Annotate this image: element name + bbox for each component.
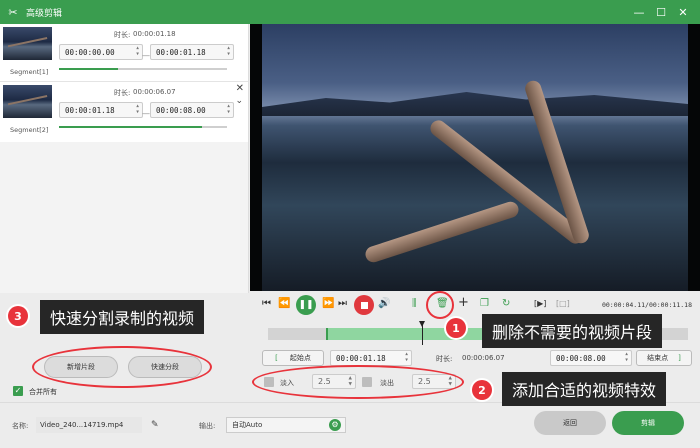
trim-start-time: 00:00:01.18 (336, 353, 386, 363)
segment-end-time: 00:00:08.00 (156, 105, 206, 115)
step-back-icon[interactable]: ⏪ (278, 298, 290, 309)
segment-start-time-field[interactable]: 00:00:00.00 ▲ ▼ (59, 44, 143, 60)
set-end-button[interactable]: 结束点] (636, 350, 692, 366)
set-start-button[interactable]: [ 起始点 (262, 350, 324, 366)
annotation-callout: 添加合适的视频特效 (502, 372, 667, 406)
split-icon[interactable]: ⫼ (412, 298, 417, 309)
playhead-handle[interactable] (419, 321, 425, 345)
segment-start-time-field[interactable]: 00:00:01.18 ▲ ▼ (59, 102, 143, 118)
trim-end-time: 00:00:08.00 (556, 353, 606, 363)
play-pause-button[interactable]: ❚❚ (296, 295, 316, 315)
pause-icon: ❚❚ (298, 300, 314, 310)
segment-progress-bar (59, 126, 227, 128)
segment-progress-fill (59, 68, 118, 70)
trim-duration: 00:00:06.07 (462, 354, 505, 362)
segment-name: Segment[1] (10, 68, 49, 76)
segment-expand-icon[interactable]: ⌄ (235, 96, 243, 106)
gear-icon[interactable]: ⚙ (329, 419, 341, 431)
volume-icon[interactable]: 🔊 (378, 298, 390, 309)
annotation-ring-delete (426, 291, 454, 319)
output-label: 输出: (199, 422, 216, 430)
annotation-ring-split (32, 346, 212, 388)
output-value: 自动Auto (232, 421, 263, 429)
edit-button[interactable]: 剪辑 (612, 411, 684, 435)
window-controls: — ☐ ✕ (628, 0, 694, 24)
stop-button[interactable] (354, 295, 374, 315)
skip-end-icon[interactable]: ⏭ (338, 298, 347, 309)
annotation-ring-effects (252, 365, 464, 399)
merge-all-label: 合并所有 (29, 388, 57, 396)
segment-duration: 00:00:06.07 (133, 88, 176, 96)
merge-all-checkbox[interactable]: ✓ (13, 386, 23, 396)
video-scene-mountain (262, 92, 688, 116)
rename-icon[interactable]: ✎ (151, 420, 159, 430)
step-forward-icon[interactable]: ⏩ (322, 298, 334, 309)
back-button[interactable]: 返回 (534, 411, 606, 435)
rotate-icon[interactable]: ↻ (502, 298, 510, 309)
annotation-badge: 1 (446, 318, 466, 338)
file-name-label: 名称: (12, 422, 29, 430)
trim-start-time-field[interactable]: 00:00:01.18 ▲ ▼ (330, 350, 412, 366)
skip-start-icon[interactable]: ⏮ (262, 298, 271, 309)
segment-duration-label: 时长: (114, 31, 131, 39)
frame-right-icon[interactable]: [□] (556, 299, 570, 308)
annotation-callout: 删除不需要的视频片段 (482, 314, 663, 348)
app-logo-icon: ✂ (8, 5, 18, 19)
file-name: Video_240...14719.mp4 (40, 421, 124, 429)
spinner-icon[interactable]: ▲ ▼ (625, 352, 628, 364)
window-title: 高级剪辑 (26, 8, 63, 19)
set-start-label: 起始点 (289, 354, 311, 362)
segment-name: Segment[2] (10, 126, 49, 134)
segment-duration-label: 时长: (114, 89, 131, 97)
segment-close-icon[interactable]: ✕ (236, 83, 244, 94)
spinner-icon[interactable]: ▲ ▼ (405, 352, 408, 364)
spinner-icon[interactable]: ▲ ▼ (227, 104, 230, 116)
title-bar: ✂ 高级剪辑 — ☐ ✕ (0, 0, 700, 24)
annotation-badge: 3 (8, 306, 28, 326)
close-button[interactable]: ✕ (672, 6, 694, 19)
output-select[interactable]: 自动Auto ⚙ (226, 417, 346, 433)
start-bracket-icon: [ (275, 354, 278, 362)
segment-progress-bar (59, 68, 227, 70)
segment-progress-fill (59, 126, 202, 128)
spinner-icon[interactable]: ▲ ▼ (227, 46, 230, 58)
segment-thumbnail[interactable] (3, 27, 52, 60)
time-range-separator: — (142, 51, 150, 60)
minimize-button[interactable]: — (628, 6, 650, 19)
annotation-callout: 快速分割录制的视频 (40, 300, 205, 334)
copy-icon[interactable]: ❐ (480, 298, 489, 309)
set-end-label: 结束点 (647, 354, 669, 362)
segment-end-time-field[interactable]: 00:00:08.00 ▲ ▼ (150, 102, 234, 118)
annotation-badge: 2 (472, 380, 492, 400)
video-frame (262, 24, 688, 291)
segment-end-time-field[interactable]: 00:00:01.18 ▲ ▼ (150, 44, 234, 60)
segment-start-time: 00:00:00.00 (65, 47, 115, 57)
trim-end-time-field[interactable]: 00:00:08.00 ▲ ▼ (550, 350, 632, 366)
segment-list: Segment[1] 时长: 00:00:01.18 00:00:00.00 ▲… (0, 24, 249, 142)
spinner-icon[interactable]: ▲ ▼ (136, 104, 139, 116)
playback-time: 00:00:04.11/00:00:11.18 (601, 301, 692, 309)
file-name-field: Video_240...14719.mp4 (36, 417, 142, 433)
video-scene-log (363, 199, 521, 265)
segment-item[interactable]: Segment[2] 时长: 00:00:06.07 00:00:01.18 ▲… (0, 82, 248, 140)
frame-left-icon[interactable]: [▶] (534, 299, 546, 308)
add-icon[interactable]: + (458, 295, 469, 310)
segment-start-time: 00:00:01.18 (65, 105, 115, 115)
end-bracket-icon: ] (678, 354, 681, 362)
segment-end-time: 00:00:01.18 (156, 47, 206, 57)
footer-bar: 名称: Video_240...14719.mp4 ✎ 输出: 自动Auto ⚙… (0, 402, 700, 448)
segment-duration: 00:00:01.18 (133, 30, 176, 38)
segment-item[interactable]: Segment[1] 时长: 00:00:01.18 00:00:00.00 ▲… (0, 24, 248, 82)
spinner-icon[interactable]: ▲ ▼ (136, 46, 139, 58)
trim-duration-label: 时长: (436, 355, 453, 363)
segment-list-empty-area (0, 142, 249, 293)
maximize-button[interactable]: ☐ (650, 6, 672, 19)
video-preview[interactable] (250, 24, 700, 291)
segment-thumbnail[interactable] (3, 85, 52, 118)
time-range-separator: — (142, 109, 150, 118)
